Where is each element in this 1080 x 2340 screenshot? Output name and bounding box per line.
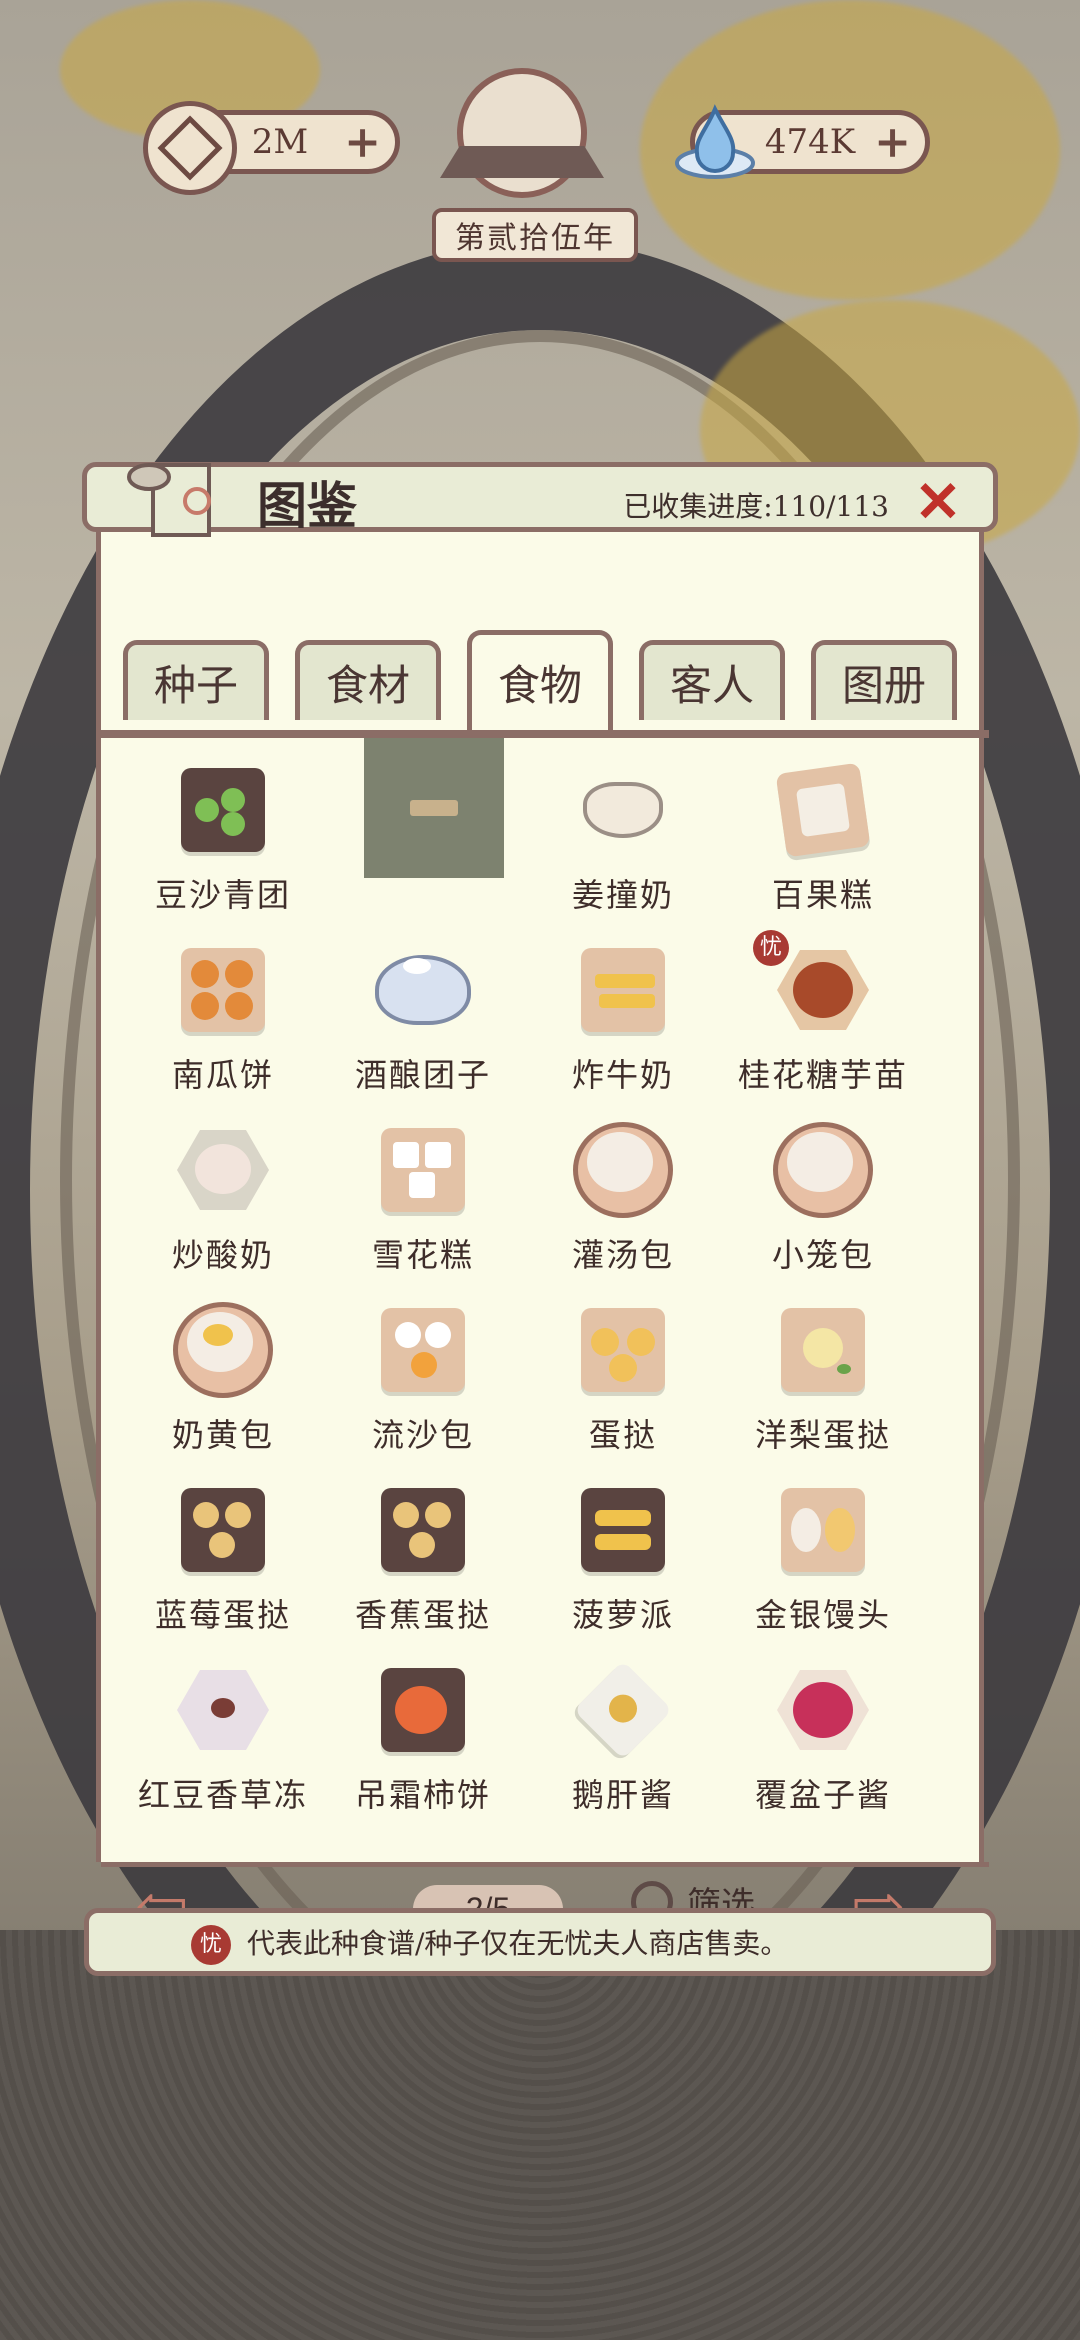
water-value: 474K <box>764 122 856 162</box>
food-name: 灌汤包 <box>571 1236 674 1274</box>
food-name: 流沙包 <box>371 1416 474 1454</box>
food-item[interactable]: 炒酸奶 <box>131 1120 315 1290</box>
food-image <box>373 940 473 1040</box>
food-item[interactable]: 豆沙青团 <box>131 760 315 930</box>
food-item[interactable]: 姜撞奶 <box>531 760 715 930</box>
food-name: 小笼包 <box>771 1236 874 1274</box>
food-item[interactable]: 吊霜柿饼 <box>331 1660 515 1830</box>
food-item[interactable]: 炸牛奶 <box>531 940 715 1110</box>
food-name: 豆沙青团 <box>154 876 291 914</box>
food-image <box>573 1300 673 1400</box>
food-name: 菠萝派 <box>571 1596 674 1634</box>
food-name: 桂花糖芋苗 <box>737 1056 908 1094</box>
worry-free-badge-icon: 忧 <box>753 930 789 966</box>
scroll-icon <box>127 463 211 537</box>
panel-title: 图鉴 <box>257 476 357 535</box>
food-image <box>173 760 273 860</box>
food-image <box>573 1120 673 1220</box>
food-name: 百果糕 <box>771 876 874 914</box>
tab-guests[interactable]: 客人 <box>639 640 785 720</box>
food-item[interactable]: 雪花糕 <box>331 1120 515 1290</box>
food-item[interactable]: 流沙包 <box>331 1300 515 1470</box>
food-name: 吊霜柿饼 <box>354 1776 491 1814</box>
worry-free-badge-icon: 忧 <box>191 1925 231 1965</box>
food-item[interactable]: 红豆香草冻 <box>131 1660 315 1830</box>
food-name: 金银馒头 <box>754 1596 891 1634</box>
tab-food[interactable]: 食物 <box>467 630 613 730</box>
food-image <box>773 1660 873 1760</box>
food-item[interactable]: 酒酿团子 <box>331 940 515 1110</box>
collection-progress: 已收集进度:110/113 <box>623 490 889 523</box>
year-label: 第贰拾伍年 <box>432 208 638 262</box>
food-item[interactable]: 南瓜饼 <box>131 940 315 1110</box>
food-image <box>773 940 873 1040</box>
food-item[interactable]: 菠萝派 <box>531 1480 715 1650</box>
tab-album[interactable]: 图册 <box>811 640 957 720</box>
food-image <box>173 1120 273 1220</box>
food-item[interactable]: 百果糕 <box>731 760 915 930</box>
coin-counter: 2M + <box>143 101 400 195</box>
food-name: 鹅肝酱 <box>571 1776 674 1814</box>
locked-placeholder-icon <box>364 738 504 878</box>
food-image <box>373 1480 473 1580</box>
coin-icon <box>143 101 237 195</box>
close-icon[interactable]: ✕ <box>911 474 965 530</box>
coin-value: 2M <box>251 122 309 162</box>
food-item[interactable]: 蓝莓蛋挞 <box>131 1480 315 1650</box>
food-image <box>573 940 673 1040</box>
food-image <box>173 940 273 1040</box>
category-tabs: 种子 食材 食物 客人 图册 <box>123 630 973 730</box>
food-image <box>173 1480 273 1580</box>
food-image <box>573 1660 673 1760</box>
water-drop-icon <box>673 101 757 185</box>
food-name: 酒酿团子 <box>354 1056 491 1094</box>
food-name: 炒酸奶 <box>171 1236 274 1274</box>
food-name: 蓝莓蛋挞 <box>154 1596 291 1634</box>
water-counter: 474K + <box>675 104 930 179</box>
food-item[interactable]: 蛋挞 <box>531 1300 715 1470</box>
food-image <box>373 1300 473 1400</box>
food-item[interactable]: 奶黄包 <box>131 1300 315 1470</box>
add-coin-button[interactable]: + <box>344 117 381 168</box>
food-name: 蛋挞 <box>588 1416 657 1454</box>
food-item[interactable]: 香蕉蛋挞 <box>331 1480 515 1650</box>
food-image <box>173 1300 273 1400</box>
food-item[interactable]: 灌汤包 <box>531 1120 715 1290</box>
food-name: 覆盆子酱 <box>754 1776 891 1814</box>
food-image <box>173 1660 273 1760</box>
tab-ingredients[interactable]: 食材 <box>295 640 441 720</box>
add-water-button[interactable]: + <box>874 117 911 168</box>
food-name: 洋梨蛋挞 <box>754 1416 891 1454</box>
collection-panel: 种子 食材 食物 客人 图册 豆沙青团 姜撞奶 百果糕南瓜饼 酒酿团子 炸牛奶 忧桂花糖芋… <box>82 462 998 1939</box>
food-image <box>773 1300 873 1400</box>
food-image <box>773 1120 873 1220</box>
food-name: 炸牛奶 <box>571 1056 674 1094</box>
food-image <box>373 1660 473 1760</box>
food-name: 香蕉蛋挞 <box>354 1596 491 1634</box>
tab-seeds[interactable]: 种子 <box>123 640 269 720</box>
food-item[interactable]: 忧桂花糖芋苗 <box>731 930 915 1110</box>
food-image <box>373 1120 473 1220</box>
footer-text: 代表此种食谱/种子仅在无忧夫人商店售卖。 <box>247 1927 789 1960</box>
food-image <box>573 760 673 860</box>
food-name: 奶黄包 <box>171 1416 274 1454</box>
footer-note: 忧 代表此种食谱/种子仅在无忧夫人商店售卖。 <box>84 1908 996 1976</box>
food-image <box>773 760 873 860</box>
food-item-locked[interactable] <box>331 738 515 930</box>
food-item[interactable]: 金银馒头 <box>731 1480 915 1650</box>
food-name: 红豆香草冻 <box>137 1776 308 1814</box>
food-image <box>573 1480 673 1580</box>
food-name: 姜撞奶 <box>571 876 674 914</box>
food-name: 雪花糕 <box>371 1236 474 1274</box>
food-item[interactable]: 洋梨蛋挞 <box>731 1300 915 1470</box>
food-item[interactable]: 覆盆子酱 <box>731 1660 915 1830</box>
panel-body: 种子 食材 食物 客人 图册 豆沙青团 姜撞奶 百果糕南瓜饼 酒酿团子 炸牛奶 忧桂花糖芋… <box>96 522 989 1939</box>
food-image <box>773 1480 873 1580</box>
food-item[interactable]: 鹅肝酱 <box>531 1660 715 1830</box>
food-name: 南瓜饼 <box>171 1056 274 1094</box>
food-item[interactable]: 小笼包 <box>731 1120 915 1290</box>
panel-title-bar: 图鉴 已收集进度:110/113 ✕ <box>82 462 998 537</box>
